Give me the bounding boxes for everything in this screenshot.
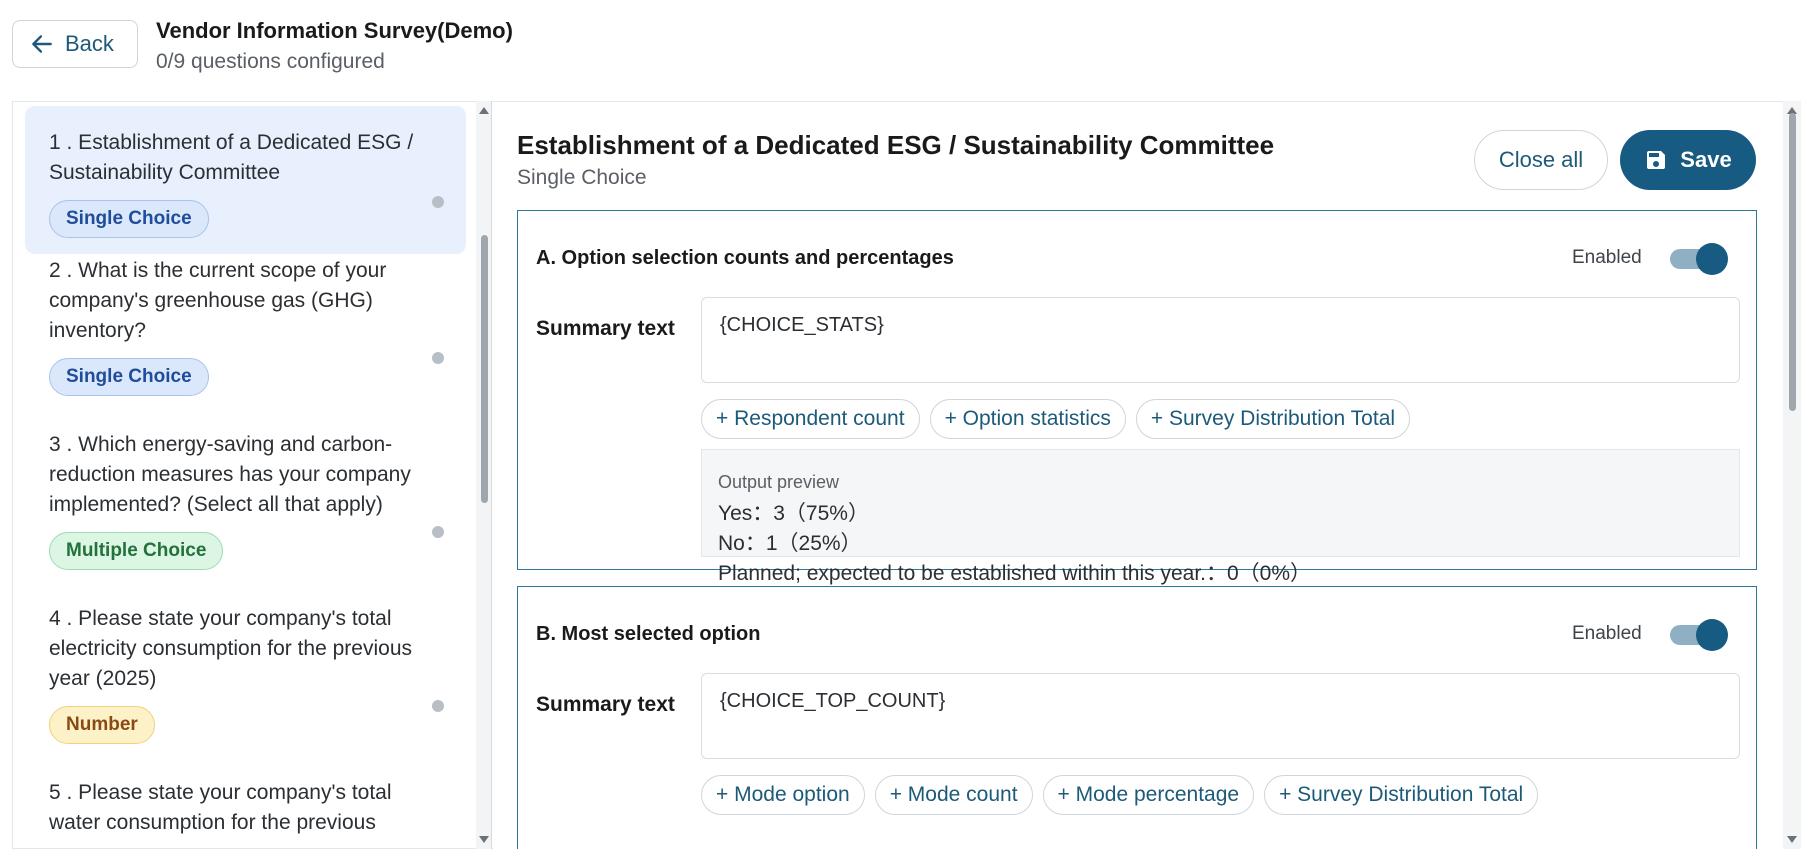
question-item-5[interactable]: 5 . Please state your company's total wa… [25,756,466,848]
question-item-3[interactable]: 3 . Which energy-saving and carbon-reduc… [25,408,466,586]
question-label: 3 . Which energy-saving and carbon-reduc… [49,433,411,516]
token-chips: + Mode option + Mode count + Mode percen… [701,775,1539,815]
scrollbar-thumb[interactable] [1789,113,1796,411]
scroll-up-icon[interactable] [479,107,489,114]
preview-line: Yes：3（75%） [718,502,869,525]
save-icon [1647,151,1666,169]
status-dot [432,196,444,208]
enabled-toggle[interactable] [1670,617,1728,651]
toggle-knob [1696,243,1728,275]
scroll-down-icon[interactable] [1787,836,1797,843]
detail-scrollbar[interactable] [1783,101,1801,849]
section-title: B. Most selected option [536,623,761,645]
enabled-label: Enabled [1572,247,1642,268]
summary-text-input[interactable]: {CHOICE_TOP_COUNT} [701,673,1740,759]
survey-distribution-total-chip[interactable]: + Survey Distribution Total [1135,399,1411,439]
preview-line: No：1（25%） [718,532,862,555]
summary-label: Summary text [536,317,675,340]
summary-text-input[interactable]: {CHOICE_STATS} [701,297,1740,383]
question-label: 1 . Establishment of a Dedicated ESG / S… [49,131,414,184]
enabled-label: Enabled [1572,623,1642,644]
mode-option-chip[interactable]: + Mode option [701,775,865,815]
question-type-badge: Single Choice [49,200,209,238]
section-a-card: A. Option selection counts and percentag… [517,210,1757,585]
close-all-button[interactable]: Close all [1474,130,1608,190]
preview-label: Output preview [718,472,840,492]
progress-text: 0/9 questions configured [156,50,385,73]
token-chips: + Respondent count + Option statistics +… [701,399,1411,439]
mode-count-chip[interactable]: + Mode count [874,775,1033,815]
respondent-count-chip[interactable]: + Respondent count [701,399,920,439]
question-type: Single Choice [517,166,647,189]
question-type-badge: Number [49,706,155,744]
question-type-badge: Multiple Choice [49,532,224,570]
question-label: 4 . Please state your company's total el… [49,607,412,690]
status-dot [432,700,444,712]
summary-label: Summary text [536,693,675,716]
status-dot [432,352,444,364]
question-type-badge: Single Choice [49,358,209,396]
mode-percentage-chip[interactable]: + Mode percentage [1042,775,1255,815]
arrow-left-icon [32,35,52,53]
scroll-down-icon[interactable] [479,836,489,843]
question-item-4[interactable]: 4 . Please state your company's total el… [25,582,466,760]
option-statistics-chip[interactable]: + Option statistics [929,399,1126,439]
question-title: Establishment of a Dedicated ESG / Susta… [517,130,1275,160]
question-list: 1 . Establishment of a Dedicated ESG / S… [12,101,493,849]
toggle-knob [1696,619,1728,651]
back-button-label: Back [65,31,114,56]
save-button[interactable]: Save [1620,130,1756,190]
question-item-2[interactable]: 2 . What is the current scope of your co… [25,234,466,412]
output-preview: Output preview Yes：3（75%） No：1（25%） Plan… [701,449,1740,585]
enabled-toggle[interactable] [1670,241,1728,275]
scrollbar-thumb[interactable] [481,235,488,503]
question-list-scrollbar[interactable] [476,101,492,849]
question-label: 5 . Please state your company's total wa… [49,781,392,834]
question-label: 2 . What is the current scope of your co… [49,259,387,342]
save-button-label: Save [1680,147,1732,172]
survey-distribution-total-chip[interactable]: + Survey Distribution Total [1264,775,1539,815]
survey-title: Vendor Information Survey(Demo) [156,18,513,43]
question-item-1[interactable]: 1 . Establishment of a Dedicated ESG / S… [25,106,466,254]
preview-line: Planned; expected to be established with… [718,562,1312,585]
section-b-card: B. Most selected option Enabled Summary … [517,586,1757,849]
status-dot [432,526,444,538]
back-button[interactable]: Back [12,20,138,68]
section-title: A. Option selection counts and percentag… [536,247,954,269]
question-detail-panel: Establishment of a Dedicated ESG / Susta… [493,101,1783,849]
